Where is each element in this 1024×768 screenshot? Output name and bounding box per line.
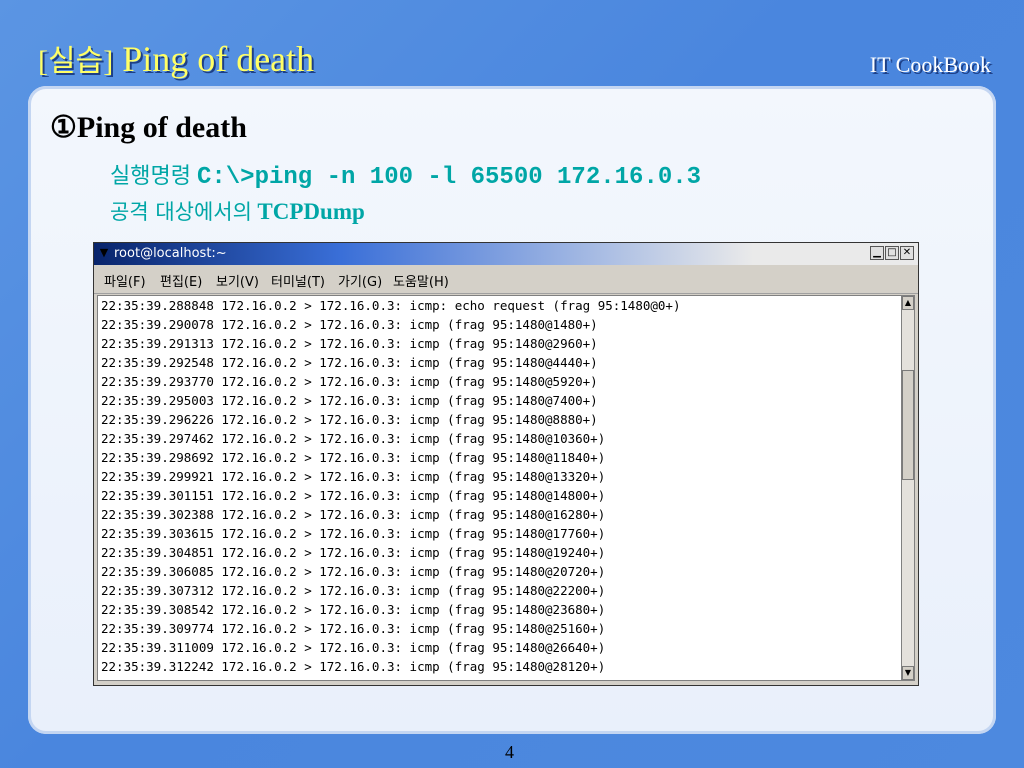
log-line: 22:35:39.301151 172.16.0.2 > 172.16.0.3:…: [101, 488, 606, 503]
log-line: 22:35:39.291313 172.16.0.2 > 172.16.0.3:…: [101, 336, 598, 351]
terminal-output[interactable]: 22:35:39.288848 172.16.0.2 > 172.16.0.3:…: [97, 295, 903, 681]
log-line: 22:35:39.306085 172.16.0.2 > 172.16.0.3:…: [101, 564, 606, 579]
command-line: 실행명령 C:\>ping -n 100 -l 65500 172.16.0.3: [110, 158, 701, 191]
log-line: 22:35:39.307312 172.16.0.2 > 172.16.0.3:…: [101, 583, 606, 598]
menu-edit[interactable]: 편집(E): [160, 271, 202, 290]
log-line: 22:35:39.309774 172.16.0.2 > 172.16.0.3:…: [101, 621, 606, 636]
page-number: 4: [505, 742, 514, 762]
terminal-menubar: 파일(F) 편집(E) 보기(V) 터미널(T) 가기(G) 도움말(H): [94, 265, 918, 294]
terminal-window: ▼ root@localhost:~ ▁ □ ✕ 파일(F) 편집(E) 보기(…: [93, 242, 919, 686]
target-label: 공격 대상에서의: [110, 200, 252, 224]
log-line: 22:35:39.296226 172.16.0.2 > 172.16.0.3:…: [101, 412, 598, 427]
log-line: 22:35:39.303615 172.16.0.2 > 172.16.0.3:…: [101, 526, 606, 541]
menu-view[interactable]: 보기(V): [216, 271, 259, 290]
log-line: 22:35:39.304851 172.16.0.2 > 172.16.0.3:…: [101, 545, 606, 560]
log-line: 22:35:39.295003 172.16.0.2 > 172.16.0.3:…: [101, 393, 598, 408]
window-menu-icon[interactable]: ▼: [98, 247, 110, 259]
slide-title-text: Ping of death: [122, 39, 315, 79]
menu-terminal[interactable]: 터미널(T): [271, 271, 325, 290]
log-line: 22:35:39.308542 172.16.0.2 > 172.16.0.3:…: [101, 602, 606, 617]
menu-go[interactable]: 가기(G): [338, 271, 382, 290]
log-line: 22:35:39.312242 172.16.0.2 > 172.16.0.3:…: [101, 659, 606, 674]
minimize-button[interactable]: ▁: [870, 246, 884, 260]
scroll-up-icon[interactable]: ▲: [902, 296, 914, 310]
log-line: 22:35:39.302388 172.16.0.2 > 172.16.0.3:…: [101, 507, 606, 522]
menu-help[interactable]: 도움말(H): [393, 271, 449, 290]
scroll-thumb[interactable]: [902, 370, 914, 480]
close-button[interactable]: ✕: [900, 246, 914, 260]
slide-title: [실습] Ping of death: [38, 36, 314, 80]
slide-title-tag: [실습]: [38, 45, 114, 78]
vertical-scrollbar[interactable]: ▲ ▼: [901, 295, 915, 681]
command-label: 실행명령: [110, 164, 191, 189]
log-line: 22:35:39.290078 172.16.0.2 > 172.16.0.3:…: [101, 317, 598, 332]
menu-file[interactable]: 파일(F): [104, 271, 146, 290]
target-line: 공격 대상에서의 TCPDump: [110, 196, 365, 226]
command-text: C:\>ping -n 100 -l 65500 172.16.0.3: [196, 164, 702, 191]
log-line: 22:35:39.288848 172.16.0.2 > 172.16.0.3:…: [101, 298, 681, 313]
target-tool: TCPDump: [257, 199, 365, 224]
terminal-title: root@localhost:~: [114, 246, 227, 261]
section-heading: ①Ping of death: [50, 111, 247, 144]
terminal-titlebar[interactable]: ▼ root@localhost:~ ▁ □ ✕: [94, 243, 918, 265]
log-line: 22:35:39.299921 172.16.0.2 > 172.16.0.3:…: [101, 469, 606, 484]
brand-label: IT CookBook: [869, 52, 991, 77]
log-line: 22:35:39.311009 172.16.0.2 > 172.16.0.3:…: [101, 640, 606, 655]
log-line: 22:35:39.293770 172.16.0.2 > 172.16.0.3:…: [101, 374, 598, 389]
scroll-down-icon[interactable]: ▼: [902, 666, 914, 680]
log-line: 22:35:39.298692 172.16.0.2 > 172.16.0.3:…: [101, 450, 606, 465]
maximize-button[interactable]: □: [885, 246, 899, 260]
log-line: 22:35:39.297462 172.16.0.2 > 172.16.0.3:…: [101, 431, 606, 446]
log-line: 22:35:39.292548 172.16.0.2 > 172.16.0.3:…: [101, 355, 598, 370]
